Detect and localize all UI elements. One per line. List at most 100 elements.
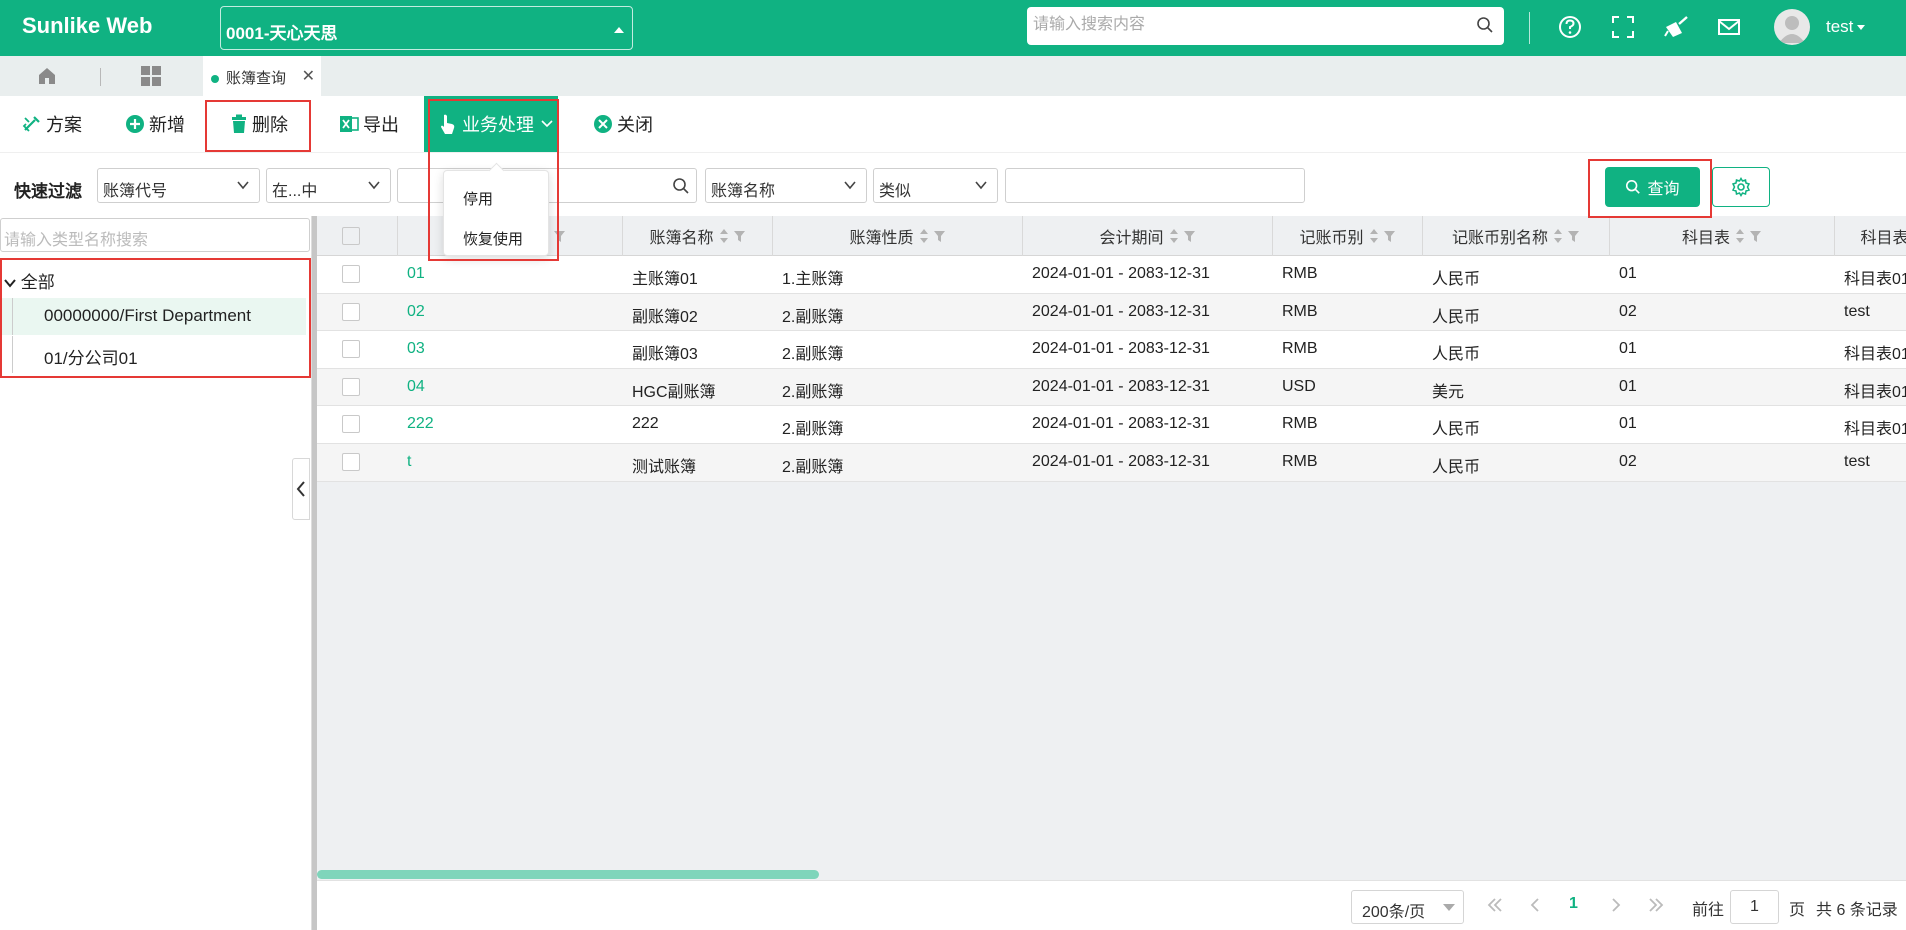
delete-button[interactable]: 删除: [230, 96, 288, 152]
filter-icon[interactable]: [733, 230, 746, 243]
clean-icon[interactable]: [1662, 13, 1690, 41]
column-header[interactable]: 记账币别: [1272, 216, 1422, 256]
column-header[interactable]: 账簿性质: [772, 216, 1022, 256]
table-cell: 2.副账簿: [782, 421, 844, 439]
table-cell: RMB: [1282, 302, 1318, 320]
table-row[interactable]: 03 副账簿03 2.副账簿 2024-01-01 - 2083-12-31 RMB 人民…: [317, 331, 1906, 369]
global-search-input[interactable]: [1033, 7, 1463, 43]
tab-ledger-query[interactable]: 账簿查询 ✕: [203, 56, 321, 96]
grid-icon[interactable]: [140, 65, 162, 87]
home-icon[interactable]: [36, 65, 58, 87]
row-checkbox[interactable]: [342, 265, 360, 283]
ledger-code-link[interactable]: t: [407, 444, 620, 481]
fullscreen-icon[interactable]: [1609, 13, 1637, 41]
user-menu[interactable]: test: [1826, 17, 1866, 37]
global-search[interactable]: [1027, 7, 1504, 45]
header-select-all[interactable]: [317, 216, 397, 256]
menu-item-disable[interactable]: 停用: [463, 188, 493, 209]
add-button[interactable]: 新增: [125, 96, 185, 152]
filter-icon[interactable]: [1567, 230, 1580, 243]
tree-guide-line: [12, 336, 13, 373]
search-icon[interactable]: [672, 177, 690, 195]
tree-search-input[interactable]: 请输入类型名称搜索: [0, 218, 310, 252]
close-label: 关闭: [617, 115, 653, 135]
table-row[interactable]: 04 HGC副账簿 2.副账簿 2024-01-01 - 2083-12-31 USD 美…: [317, 368, 1906, 407]
sort-icon[interactable]: [1735, 228, 1745, 244]
sort-icon[interactable]: [1369, 228, 1379, 244]
close-button[interactable]: 关闭: [593, 96, 653, 152]
ledger-code-link[interactable]: 02: [407, 294, 620, 331]
column-header[interactable]: 记账币别名称: [1422, 216, 1609, 256]
row-checkbox[interactable]: [342, 340, 360, 359]
tree-node-root[interactable]: 全部: [0, 260, 306, 297]
table-cell: 主账簿01: [632, 271, 698, 288]
table-row[interactable]: 01 主账簿01 1.主账簿 2024-01-01 - 2083-12-31 RMB 人民…: [317, 256, 1906, 294]
row-checkbox[interactable]: [342, 415, 360, 434]
chevron-down-icon: [368, 181, 380, 190]
export-button[interactable]: 导出: [339, 96, 399, 152]
scheme-button[interactable]: 方案: [22, 96, 82, 152]
query-button[interactable]: 查询: [1605, 167, 1700, 207]
table-cell: 2.副账簿: [782, 346, 844, 364]
ledger-code-link[interactable]: 222: [407, 406, 620, 443]
ledger-code-link[interactable]: 04: [407, 369, 620, 406]
prev-page-icon[interactable]: [1525, 895, 1545, 915]
tree-node-first-department[interactable]: 00000000/First Department: [0, 298, 306, 335]
filter-icon[interactable]: [553, 230, 566, 243]
ledger-code-link[interactable]: 03: [407, 331, 620, 368]
sort-icon[interactable]: [1553, 228, 1563, 244]
quick-filter-label: 快速过滤: [14, 182, 82, 201]
topbar-divider: [1529, 12, 1530, 44]
select-all-checkbox[interactable]: [342, 227, 360, 245]
sort-icon[interactable]: [1169, 228, 1179, 244]
help-icon[interactable]: [1556, 13, 1584, 41]
add-label: 新增: [149, 115, 185, 135]
filter-value-input-2[interactable]: [1005, 168, 1305, 203]
search-icon[interactable]: [1476, 16, 1494, 34]
table-cell: 测试账簿: [632, 459, 697, 476]
last-page-icon[interactable]: [1646, 895, 1666, 915]
trash-icon: [232, 114, 246, 133]
sort-icon[interactable]: [919, 228, 929, 244]
business-dropdown-menu: 停用 恢复使用: [443, 162, 549, 256]
column-header[interactable]: 科目表: [1609, 216, 1834, 256]
table-cell: 2.副账簿: [782, 308, 844, 326]
ledger-code-link[interactable]: 01: [407, 256, 620, 293]
business-button[interactable]: 业务处理: [424, 96, 558, 152]
company-selector[interactable]: 0001-天心天思: [220, 6, 633, 50]
sort-icon[interactable]: [719, 228, 729, 244]
filter-op-select-2[interactable]: 类似: [873, 168, 998, 203]
tree-node-branch-01[interactable]: 01/分公司01: [0, 336, 306, 373]
horizontal-scrollbar[interactable]: [317, 870, 819, 879]
page-size-select[interactable]: 200条/页: [1351, 890, 1464, 924]
table-row[interactable]: 02 副账簿02 2.副账簿 2024-01-01 - 2083-12-31 RMB 人民…: [317, 293, 1906, 332]
row-checkbox[interactable]: [342, 453, 360, 471]
collapse-panel-button[interactable]: [292, 458, 310, 520]
column-header[interactable]: 科目表: [1834, 216, 1906, 256]
filter-icon[interactable]: [933, 230, 946, 243]
table-row[interactable]: 222 222 2.副账簿 2024-01-01 - 2083-12-31 RMB 人民币…: [317, 406, 1906, 444]
column-header[interactable]: 账簿名称: [622, 216, 772, 256]
search-icon: [1626, 179, 1641, 194]
filter-field-select-2[interactable]: 账簿名称: [705, 168, 867, 203]
row-checkbox[interactable]: [342, 302, 360, 321]
filter-icon[interactable]: [1749, 230, 1762, 243]
settings-button[interactable]: [1712, 167, 1770, 207]
mail-icon[interactable]: [1715, 13, 1743, 41]
goto-page-input[interactable]: 1: [1730, 890, 1779, 924]
chevron-down-icon: [844, 181, 856, 190]
filter-field-select-1[interactable]: 账簿代号: [97, 168, 260, 203]
filter-icon[interactable]: [1183, 230, 1196, 243]
menu-item-restore[interactable]: 恢复使用: [463, 228, 523, 249]
filter-icon[interactable]: [1383, 230, 1396, 243]
chevron-down-icon[interactable]: [4, 278, 16, 288]
next-page-icon[interactable]: [1606, 895, 1626, 915]
row-checkbox[interactable]: [342, 377, 360, 396]
column-header[interactable]: 会计期间: [1022, 216, 1272, 256]
avatar[interactable]: [1774, 9, 1810, 45]
filter-op-select-1[interactable]: 在...中: [266, 168, 391, 203]
table-row[interactable]: t 测试账簿 2.副账簿 2024-01-01 - 2083-12-31 RMB 人民币 0…: [317, 444, 1906, 482]
close-icon[interactable]: ✕: [302, 66, 315, 86]
first-page-icon[interactable]: [1485, 895, 1505, 915]
current-page[interactable]: 1: [1569, 895, 1578, 913]
